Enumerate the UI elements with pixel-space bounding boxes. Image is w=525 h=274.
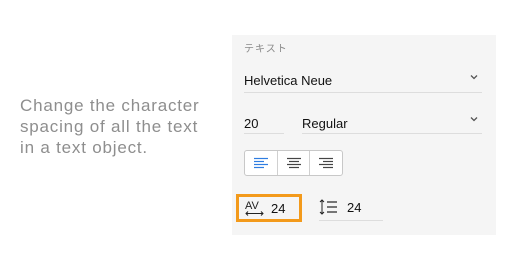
align-left-icon (253, 157, 268, 169)
align-left-button[interactable] (245, 151, 278, 175)
text-properties-panel: テキスト Helvetica Neue 20 Regular AV 24 24 (232, 35, 496, 235)
line-height-field[interactable]: 24 (319, 197, 383, 221)
chevron-down-icon (470, 75, 478, 80)
section-title: テキスト (244, 44, 288, 55)
character-spacing-field[interactable]: AV 24 (236, 194, 302, 222)
caption-line-3: in a text object. (20, 138, 148, 157)
character-spacing-value: 24 (271, 201, 286, 216)
font-family-select[interactable]: Helvetica Neue (244, 66, 482, 93)
line-height-value: 24 (347, 200, 362, 215)
font-size-value: 20 (244, 116, 259, 131)
character-spacing-icon: AV (245, 200, 264, 216)
line-height-icon (319, 199, 337, 215)
align-right-button[interactable] (310, 151, 342, 175)
character-spacing-icon-label: AV (245, 200, 260, 212)
font-weight-select[interactable]: Regular (302, 109, 482, 134)
instruction-caption: Change the character spacing of all the … (20, 95, 230, 158)
font-weight-value: Regular (302, 116, 348, 131)
font-size-input[interactable]: 20 (244, 109, 284, 134)
chevron-down-icon (470, 117, 478, 122)
align-right-icon (319, 157, 334, 169)
caption-line-1: Change the character (20, 96, 200, 115)
align-center-button[interactable] (278, 151, 311, 175)
font-family-value: Helvetica Neue (244, 73, 333, 88)
caption-line-2: spacing of all the text (20, 117, 199, 136)
align-center-icon (286, 157, 301, 169)
text-alignment-group (244, 150, 343, 176)
